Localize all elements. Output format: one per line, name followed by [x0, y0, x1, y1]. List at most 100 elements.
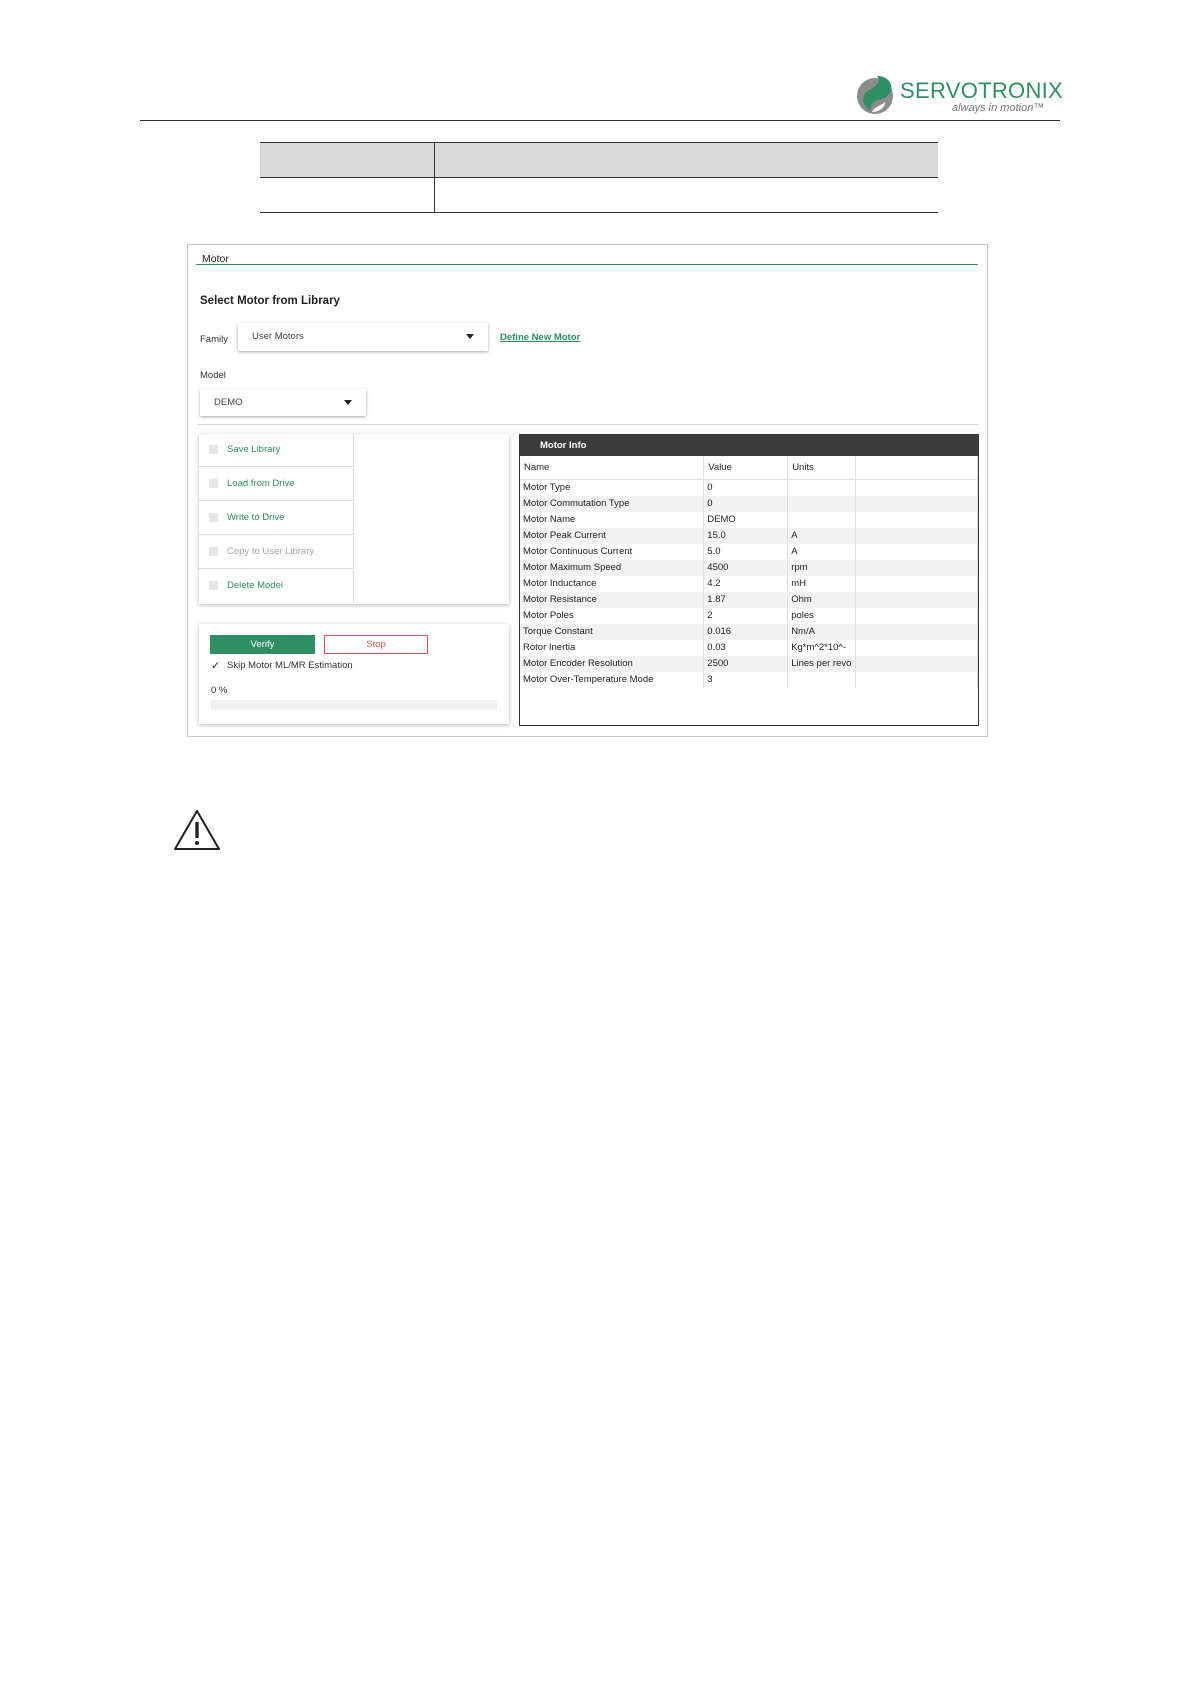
table-row[interactable]: Motor Maximum Speed 4500 rpm: [520, 559, 978, 576]
motor-actions-list: Save Library Load from Drive Write to Dr…: [199, 434, 509, 604]
cell-extra: [855, 655, 978, 672]
progress-bar: [211, 700, 497, 710]
cell-units: [787, 511, 857, 528]
checkmark-icon: ✓: [211, 660, 221, 672]
doc-table-row: [260, 177, 938, 213]
cell-units: Nm/A: [787, 623, 857, 640]
family-dropdown[interactable]: User Motors: [238, 323, 488, 351]
doc-table: [260, 142, 938, 213]
delete-icon: [209, 581, 218, 590]
cell-extra: [855, 511, 978, 528]
stop-button[interactable]: Stop: [324, 635, 428, 654]
doc-table-cell: [260, 177, 435, 213]
table-header-row: Name Value Units: [520, 456, 978, 480]
table-row[interactable]: Motor Commutation Type 0: [520, 495, 978, 512]
motor-panel: Motor Select Motor from Library Family U…: [187, 244, 988, 737]
cell-value: 15.0: [703, 527, 789, 544]
cell-extra: [855, 639, 978, 656]
cell-value: 4500: [703, 559, 789, 576]
load-from-drive-button[interactable]: Load from Drive: [199, 468, 354, 501]
model-label: Model: [200, 370, 226, 381]
model-dropdown[interactable]: DEMO: [200, 389, 366, 416]
cell-units: Ohm: [787, 591, 857, 608]
write-to-drive-button[interactable]: Write to Drive: [199, 502, 354, 535]
action-label: Save Library: [227, 444, 281, 455]
cell-name: Motor Commutation Type: [520, 495, 705, 512]
cell-value: 0: [703, 495, 789, 512]
table-row[interactable]: Rotor Inertia 0.03 Kg*m^2*10^-: [520, 639, 978, 656]
table-row[interactable]: Motor Type 0: [520, 479, 978, 496]
table-row[interactable]: Motor Name DEMO: [520, 511, 978, 528]
cell-name: Motor Continuous Current: [520, 543, 705, 560]
save-library-button[interactable]: Save Library: [199, 434, 354, 467]
motor-info-title: Motor Info: [540, 440, 587, 451]
table-row[interactable]: Motor Resistance 1.87 Ohm: [520, 591, 978, 608]
write-icon: [209, 513, 218, 522]
cell-value: 0: [703, 479, 789, 496]
cell-units: Kg*m^2*10^-: [787, 639, 857, 656]
cell-value: 5.0: [703, 543, 789, 560]
progress-text: 0 %: [211, 685, 228, 696]
cell-extra: [855, 607, 978, 624]
cell-extra: [855, 479, 978, 496]
copy-to-user-library-button[interactable]: Copy to User Library: [199, 536, 354, 569]
column-header-value[interactable]: Value: [703, 456, 789, 480]
cell-value: 2500: [703, 655, 789, 672]
section-divider: [198, 424, 978, 425]
action-label: Delete Model: [227, 580, 283, 591]
model-value: DEMO: [214, 397, 243, 408]
motor-info-table: Name Value Units Motor Type 0 Motor Commut…: [520, 456, 978, 688]
cell-name: Motor Type: [520, 479, 705, 496]
panel-title-rule: [196, 264, 978, 265]
brand-name: SERVOTRONIX: [900, 78, 1064, 103]
column-header-name[interactable]: Name: [520, 456, 705, 480]
cell-units: A: [787, 527, 857, 544]
table-row[interactable]: Motor Continuous Current 5.0 A: [520, 543, 978, 560]
table-row[interactable]: Motor Peak Current 15.0 A: [520, 527, 978, 544]
doc-table-cell: [434, 142, 938, 178]
cell-value: 1.87: [703, 591, 789, 608]
table-row[interactable]: Motor Poles 2 poles: [520, 607, 978, 624]
chevron-down-icon: [344, 400, 352, 405]
doc-table-cell: [434, 177, 938, 213]
cell-name: Motor Inductance: [520, 575, 705, 592]
cell-value: 0.03: [703, 639, 789, 656]
cell-extra: [855, 671, 978, 688]
column-header-units[interactable]: Units: [787, 456, 857, 480]
section-heading: Select Motor from Library: [200, 295, 340, 307]
table-row[interactable]: Motor Over-Temperature Mode 3: [520, 671, 978, 688]
cell-extra: [855, 495, 978, 512]
cell-units: Lines per revo: [787, 655, 857, 672]
define-new-motor-link[interactable]: Define New Motor: [500, 332, 580, 343]
chevron-down-icon: [466, 334, 474, 339]
delete-model-button[interactable]: Delete Model: [199, 570, 354, 603]
header-rule: [140, 120, 1060, 121]
cell-extra: [855, 527, 978, 544]
cell-name: Motor Over-Temperature Mode: [520, 671, 705, 688]
cell-value: 3: [703, 671, 789, 688]
motor-info-header: Motor Info: [520, 435, 978, 456]
verify-button[interactable]: Verify: [210, 635, 315, 654]
cell-units: [787, 671, 857, 688]
action-label: Write to Drive: [227, 512, 285, 523]
cell-value: 4.2: [703, 575, 789, 592]
verify-card: Verify Stop ✓ Skip Motor ML/MR Estimatio…: [199, 624, 509, 724]
cell-units: rpm: [787, 559, 857, 576]
table-row[interactable]: Motor Encoder Resolution 2500 Lines per re…: [520, 655, 978, 672]
cell-extra: [855, 559, 978, 576]
cell-name: Motor Peak Current: [520, 527, 705, 544]
cell-units: mH: [787, 575, 857, 592]
cell-name: Motor Encoder Resolution: [520, 655, 705, 672]
cell-units: A: [787, 543, 857, 560]
table-row[interactable]: Motor Inductance 4.2 mH: [520, 575, 978, 592]
cell-extra: [855, 543, 978, 560]
brand-tagline: always in motion™: [952, 102, 1045, 114]
load-icon: [209, 479, 218, 488]
table-row[interactable]: Torque Constant 0.016 Nm/A: [520, 623, 978, 640]
save-icon: [209, 445, 218, 454]
cell-name: Motor Resistance: [520, 591, 705, 608]
family-value: User Motors: [252, 331, 304, 342]
cell-name: Motor Maximum Speed: [520, 559, 705, 576]
cell-extra: [855, 591, 978, 608]
action-label: Load from Drive: [227, 478, 295, 489]
